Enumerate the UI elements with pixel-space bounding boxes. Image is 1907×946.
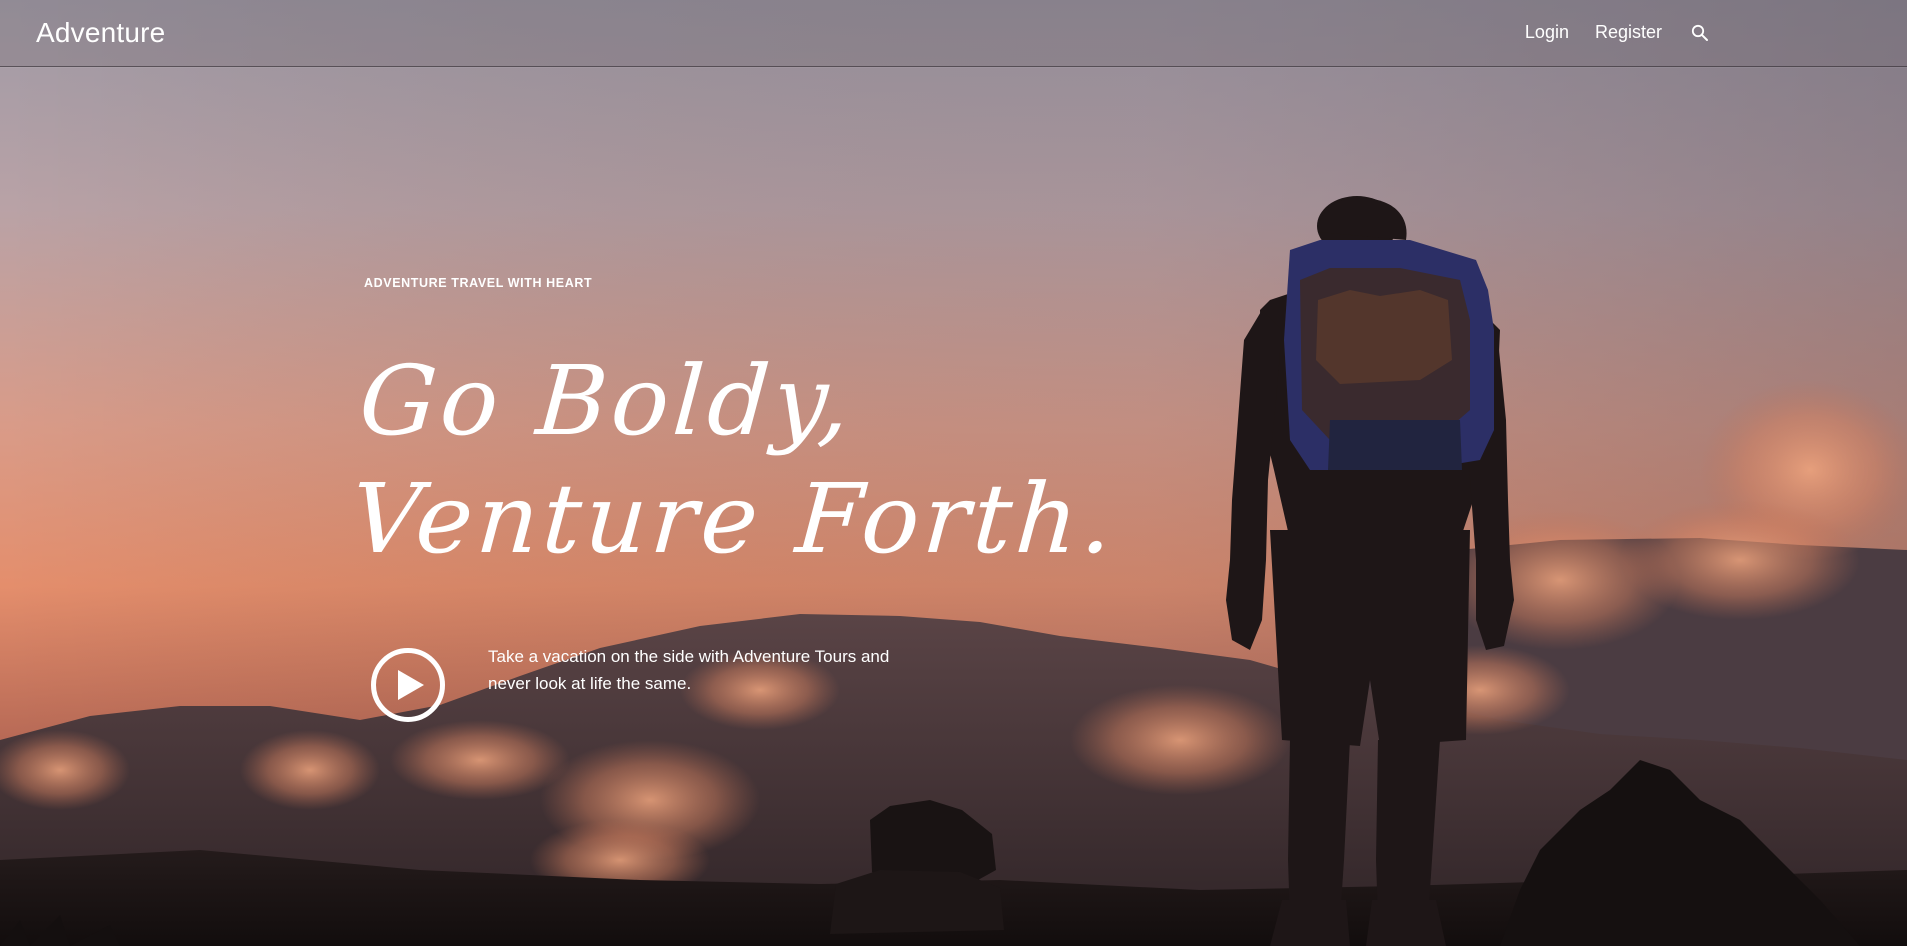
landing-page: Adventure Login Register ADVENTURE TRAVE… (0, 0, 1907, 946)
login-link[interactable]: Login (1525, 22, 1569, 43)
hero-cta-row: Take a vacation on the side with Adventu… (371, 647, 928, 722)
brand-logo-link[interactable]: Adventure (36, 17, 165, 49)
hero-headline: Go Boldy, Venture Forth. (347, 342, 1128, 578)
search-icon[interactable] (1690, 23, 1710, 43)
play-icon (398, 670, 424, 700)
hero-tagline: Take a vacation on the side with Adventu… (488, 647, 890, 693)
headline-line-2: Venture Forth. (347, 463, 1121, 575)
top-navbar: Adventure Login Register (0, 0, 1907, 67)
backpack (1284, 240, 1494, 470)
hero-eyebrow: ADVENTURE TRAVEL WITH HEART (364, 276, 593, 290)
hero-text-block: ADVENTURE TRAVEL WITH HEART Go Boldy, Ve… (348, 276, 1129, 578)
nav-links: Login Register (1525, 22, 1710, 43)
headline-line-1: Go Boldy, (355, 345, 858, 457)
play-video-button[interactable] (371, 648, 445, 722)
register-link[interactable]: Register (1595, 22, 1662, 43)
